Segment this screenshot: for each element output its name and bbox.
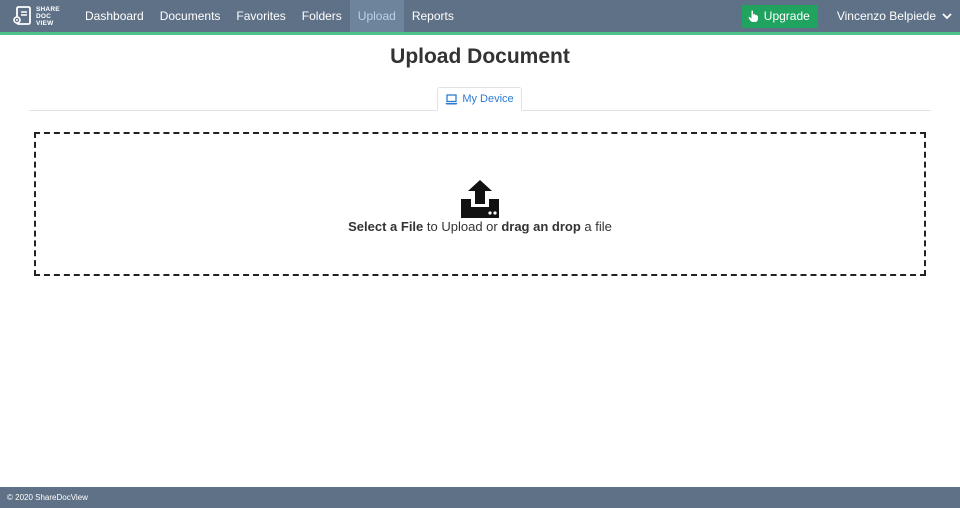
upload-icon: [461, 179, 499, 218]
tab-label: My Device: [462, 93, 514, 105]
user-name: Vincenzo Belpiede: [836, 9, 936, 23]
brand-line-3: VIEW: [36, 19, 54, 27]
nav-item-upload[interactable]: Upload: [349, 0, 404, 32]
drag-drop-text: drag an drop: [501, 218, 581, 234]
user-menu[interactable]: Vincenzo Belpiede: [837, 9, 952, 23]
laptop-icon: [445, 93, 458, 104]
file-dropzone[interactable]: Select a File to Upload or drag an drop …: [34, 132, 926, 276]
upgrade-label: Upgrade: [763, 9, 810, 23]
dropzone-text: Select a File to Upload or drag an drop …: [348, 219, 612, 234]
upgrade-button[interactable]: Upgrade: [741, 4, 818, 28]
nav-item-favorites[interactable]: Favorites: [228, 0, 293, 32]
tab-my-device[interactable]: My Device: [437, 87, 522, 111]
footer-copyright: © 2020 ShareDocView: [7, 493, 88, 502]
select-file-link[interactable]: Select a File: [348, 219, 423, 234]
brand-line-1: SHARE: [36, 5, 60, 13]
nav-right: Upgrade Vincenzo Belpiede: [741, 0, 960, 32]
dropzone-text-2: a file: [580, 218, 612, 234]
nav-item-documents[interactable]: Documents: [152, 0, 229, 32]
hand-pointer-icon: [748, 10, 758, 22]
nav-item-dashboard[interactable]: Dashboard: [77, 0, 152, 32]
nav-item-folders[interactable]: Folders: [294, 0, 350, 32]
brand-line-2: DOC: [36, 12, 52, 20]
page-title: Upload Document: [390, 45, 570, 68]
dropzone-text-1: to Upload or: [423, 218, 502, 234]
nav-accent-bar: [0, 32, 960, 35]
brand-text: SHARE DOC VIEW: [36, 6, 60, 27]
top-navbar: SHARE DOC VIEW Dashboard Documents Favor…: [0, 0, 960, 32]
nav-menu: Dashboard Documents Favorites Folders Up…: [77, 0, 462, 32]
nav-item-reports[interactable]: Reports: [404, 0, 462, 32]
chevron-down-icon: [942, 13, 952, 20]
footer: © 2020 ShareDocView: [0, 487, 960, 508]
brand-logo[interactable]: SHARE DOC VIEW: [0, 0, 77, 32]
sharedocview-logo-icon: [13, 6, 31, 25]
